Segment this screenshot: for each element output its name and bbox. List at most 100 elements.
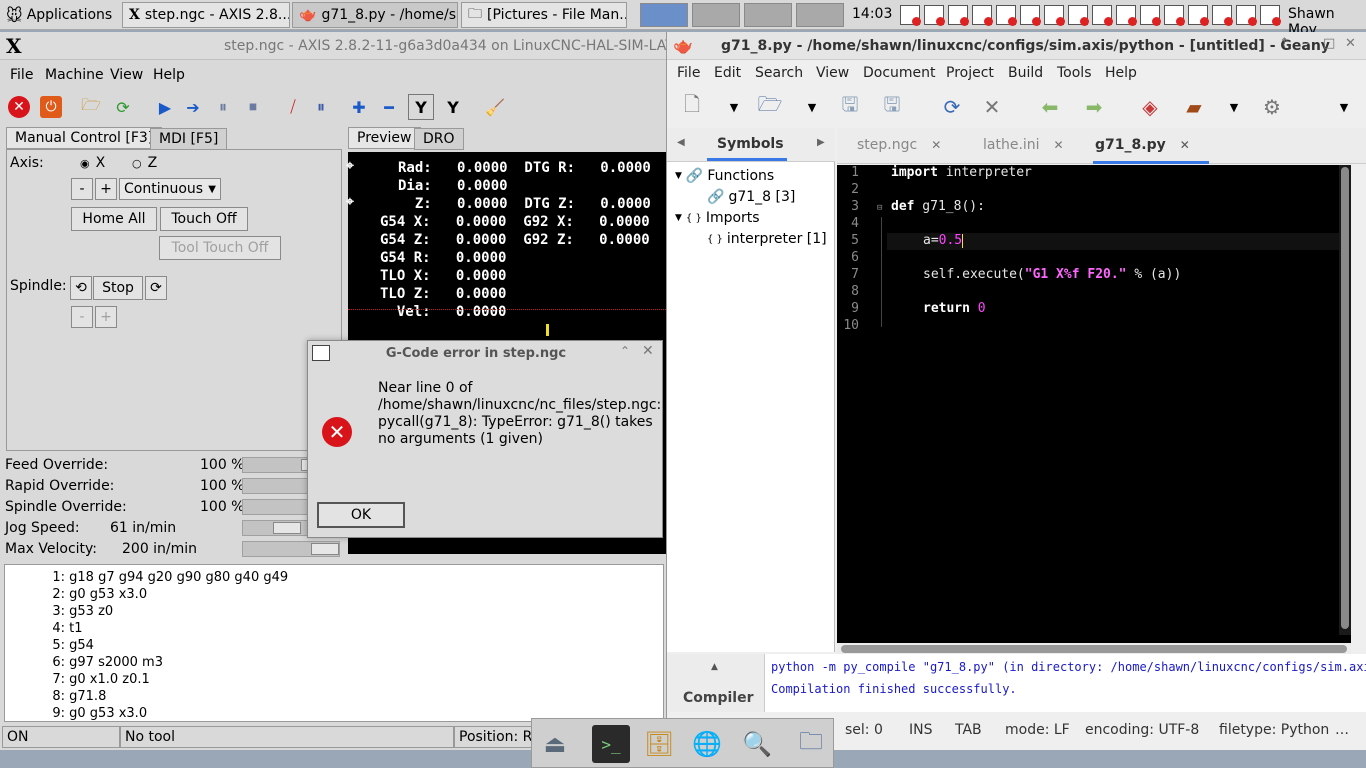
tray-icon[interactable] — [1260, 5, 1281, 26]
axis-z-radio[interactable]: ○ Z — [132, 155, 157, 171]
new-dropdown-button[interactable]: ▼ — [719, 92, 749, 122]
block-delete-button[interactable]: ⧸ — [280, 94, 306, 120]
zoom-in-button[interactable]: ✚ — [346, 94, 372, 120]
tray-icon[interactable] — [1140, 5, 1161, 26]
tray-icon[interactable] — [972, 5, 993, 26]
close-file-button[interactable]: ✕ — [977, 92, 1007, 122]
menu-document[interactable]: Document — [863, 62, 936, 84]
spindle-forward-button[interactable]: ⟳ — [145, 276, 167, 300]
tray-icon[interactable] — [1020, 5, 1041, 26]
tab-dro[interactable]: DRO — [414, 128, 464, 150]
menu-help[interactable]: Help — [1105, 62, 1137, 84]
tray-icon[interactable] — [1212, 5, 1233, 26]
slider-handle[interactable] — [273, 522, 301, 534]
menu-project[interactable]: Project — [946, 62, 994, 84]
reload-button[interactable]: ⟳ — [937, 92, 967, 122]
menu-machine[interactable]: Machine — [45, 62, 104, 88]
tray-icon[interactable] — [948, 5, 969, 26]
menu-file[interactable]: File — [677, 62, 700, 84]
menu-file[interactable]: File — [10, 62, 33, 88]
close-tab-icon[interactable]: ✕ — [1180, 138, 1190, 152]
menu-tools[interactable]: Tools — [1057, 62, 1092, 84]
spindle-slower-button[interactable]: - — [71, 306, 93, 328]
execute-button[interactable]: ⚙ — [1257, 92, 1287, 122]
maximize-icon[interactable]: ⌃ — [620, 344, 630, 358]
tree-import-item[interactable]: { } interpreter [1] — [707, 231, 827, 247]
list-item[interactable]: 8: g71.8 — [5, 689, 106, 704]
view-y-button[interactable]: Y — [408, 94, 434, 120]
list-item[interactable]: 9: g0 g53 x3.0 — [5, 706, 147, 721]
tray-icon[interactable] — [1236, 5, 1257, 26]
chevron-left-icon[interactable]: ◀ — [677, 137, 685, 148]
run-button[interactable]: ▶ — [152, 94, 178, 120]
tray-icon[interactable] — [1044, 5, 1065, 26]
tray-icon[interactable] — [996, 5, 1017, 26]
forward-button[interactable]: ➡ — [1079, 92, 1109, 122]
list-item[interactable]: 5: g54 — [5, 638, 94, 653]
menu-search[interactable]: Search — [755, 62, 803, 84]
tray-icon[interactable] — [1116, 5, 1137, 26]
close-tab-icon[interactable]: ✕ — [1054, 138, 1064, 152]
touch-off-button[interactable]: Touch Off — [160, 207, 248, 231]
up-icon[interactable]: ⇡ — [1279, 36, 1290, 51]
app-finder-icon[interactable]: 🔍 — [738, 725, 776, 763]
menu-edit[interactable]: Edit — [714, 62, 741, 84]
tray-icon[interactable] — [924, 5, 945, 26]
menu-view[interactable]: View — [110, 62, 143, 88]
menu-view[interactable]: View — [816, 62, 849, 84]
tray-icon[interactable] — [1068, 5, 1089, 26]
maximize-icon[interactable]: □ — [1323, 36, 1335, 51]
applications-menu[interactable]: 🐭 Applications — [0, 0, 118, 30]
tree-functions[interactable]: ▼ 🔗 Functions — [675, 168, 774, 184]
list-item[interactable]: 7: g0 x1.0 z0.1 — [5, 672, 149, 687]
axis-x-radio[interactable]: ◉ X — [80, 155, 105, 171]
list-item[interactable]: 6: g97 s2000 m3 — [5, 655, 163, 670]
web-browser-icon[interactable]: 🌐 — [688, 725, 726, 763]
gcode-listing[interactable]: 1: g18 g7 g94 g20 g90 g80 g40 g49 2: g0 … — [4, 564, 664, 722]
compile-button[interactable]: ◈ — [1135, 92, 1165, 122]
tray-icon[interactable] — [1164, 5, 1185, 26]
estop-button[interactable]: ✕ — [6, 94, 32, 120]
scrollbar-thumb[interactable] — [1341, 167, 1349, 629]
zoom-out-button[interactable]: ━ — [376, 94, 402, 120]
step-button[interactable]: ➔ — [180, 94, 206, 120]
tab-symbols[interactable]: Symbols — [717, 136, 784, 152]
workspace-3[interactable] — [744, 3, 792, 27]
close-icon[interactable]: ✕ — [1345, 36, 1356, 51]
back-button[interactable]: ⬅ — [1035, 92, 1065, 122]
optional-stop-button[interactable]: ⏸ — [308, 94, 334, 120]
open-button[interactable]: 🗁 — [78, 94, 104, 120]
jog-increment-select[interactable]: Continuous ▼ — [119, 178, 221, 200]
menu-build[interactable]: Build — [1008, 62, 1043, 84]
chevron-up-icon[interactable]: ▲ — [711, 662, 718, 672]
build-button[interactable]: ▰ — [1179, 92, 1209, 122]
workspace-1[interactable] — [640, 3, 688, 27]
tab-step-ngc[interactable]: step.ngc ✕ — [857, 137, 941, 153]
open-dropdown-button[interactable]: ▼ — [797, 92, 827, 122]
minimize-icon[interactable]: – — [1303, 36, 1310, 51]
vertical-scrollbar[interactable] — [1339, 165, 1351, 635]
chevron-right-icon[interactable]: ▶ — [817, 137, 825, 148]
reload-button[interactable]: ⟳ — [110, 94, 136, 120]
save-all-button[interactable]: 🖫 — [877, 92, 907, 122]
power-button[interactable]: ⏻ — [38, 94, 64, 120]
list-item[interactable]: 2: g0 g53 x3.0 — [5, 587, 147, 602]
workspace-4[interactable] — [796, 3, 844, 27]
tab-manual-control[interactable]: Manual Control [F3] — [6, 127, 163, 149]
jog-plus-button[interactable]: + — [95, 178, 117, 200]
close-icon[interactable]: ✕ — [642, 343, 654, 359]
ok-button[interactable]: OK — [317, 502, 405, 528]
menu-help[interactable]: Help — [153, 62, 185, 88]
build-dropdown-button[interactable]: ▼ — [1219, 92, 1249, 122]
task-axis[interactable]: Xstep.ngc - AXIS 2.8.... — [122, 2, 290, 28]
task-geany[interactable]: 🫖 g71_8.py - /home/s... — [292, 2, 458, 28]
show-desktop-icon[interactable]: ⏏ — [536, 725, 574, 763]
list-item[interactable]: 3: g53 z0 — [5, 604, 113, 619]
tree-function-item[interactable]: 🔗 g71_8 [3] — [707, 189, 795, 205]
close-tab-icon[interactable]: ✕ — [931, 138, 941, 152]
clear-plot-button[interactable]: 🧹 — [482, 94, 508, 120]
view-y2-button[interactable]: Y — [440, 94, 466, 120]
file-manager-icon[interactable]: 🗄 — [640, 725, 678, 763]
home-all-button[interactable]: Home All — [71, 207, 157, 231]
terminal-icon[interactable]: >_ — [592, 725, 630, 763]
